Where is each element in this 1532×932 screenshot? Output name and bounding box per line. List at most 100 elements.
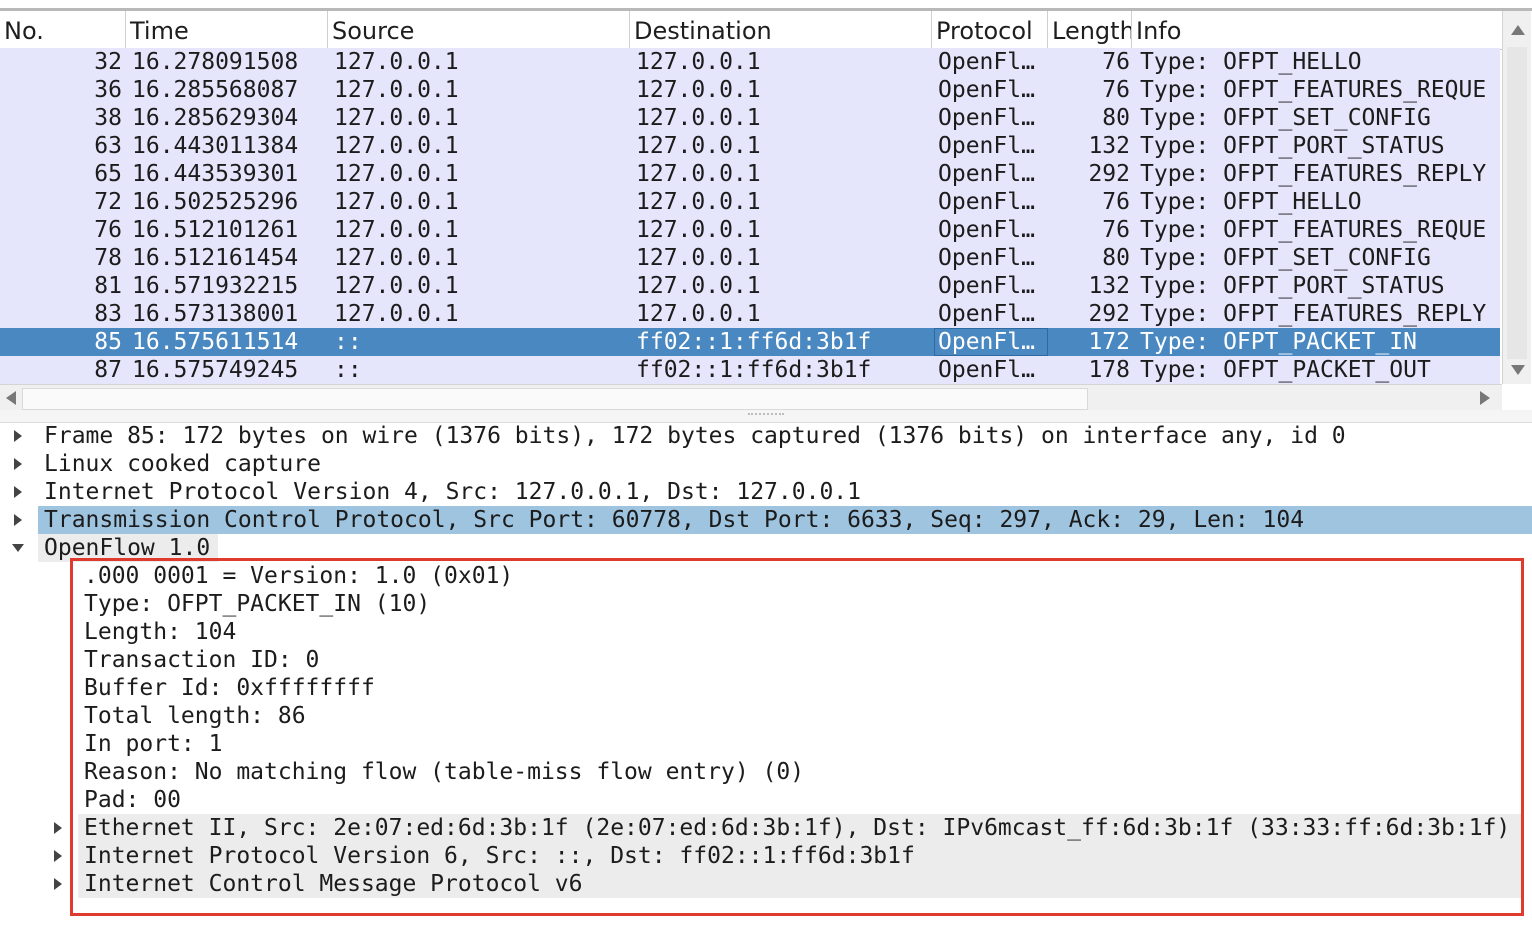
packet-cell-info: Type: OFPT_FEATURES_REPLY	[1140, 161, 1487, 187]
collapse-arrow-icon[interactable]	[12, 544, 24, 552]
packet-cell-protocol: OpenFl…	[938, 133, 1035, 159]
packet-row[interactable]: 83 16.573138001 127.0.0.1 127.0.0.1 OpenFl… 2…	[0, 300, 1500, 328]
packet-cell-time: 16.502525296	[132, 189, 299, 215]
column-header-protocol[interactable]: Protocol	[932, 11, 1048, 49]
packet-row[interactable]: 38 16.285629304 127.0.0.1 127.0.0.1 OpenFl… 8…	[0, 104, 1500, 132]
packet-cell-source: 127.0.0.1	[334, 217, 459, 243]
tree-item-openflow[interactable]: OpenFlow 1.0	[38, 534, 218, 562]
horizontal-scrollbar[interactable]	[0, 384, 1502, 411]
packet-cell-destination: 127.0.0.1	[636, 133, 761, 159]
expand-arrow-icon[interactable]	[54, 878, 62, 890]
packet-cell-source: ::	[334, 329, 362, 355]
packet-list-pane: No. Time Source Destination Protocol Len…	[0, 0, 1532, 411]
packet-cell-destination: 127.0.0.1	[636, 273, 761, 299]
packet-cell-time: 16.575611514	[132, 329, 299, 355]
field-text: Total length: 86	[84, 703, 306, 729]
packet-cell-source: 127.0.0.1	[334, 273, 459, 299]
packet-cell-info: Type: OFPT_FEATURES_REPLY	[1140, 301, 1487, 327]
column-header-time[interactable]: Time	[126, 11, 328, 49]
packet-cell-destination: 127.0.0.1	[636, 301, 761, 327]
packet-cell-info: Type: OFPT_HELLO	[1140, 189, 1362, 215]
splitter-grip[interactable]	[748, 413, 784, 417]
horizontal-scroll-thumb[interactable]	[22, 388, 1088, 410]
tree-item-linux-cooked[interactable]: Linux cooked capture	[0, 450, 1532, 478]
tree-item-label: Frame 85: 172 bytes on wire (1376 bits),…	[44, 423, 1346, 449]
column-header-destination[interactable]: Destination	[630, 11, 932, 49]
packet-cell-info: Type: OFPT_PORT_STATUS	[1140, 133, 1445, 159]
packet-cell-protocol: OpenFl…	[938, 105, 1035, 131]
packet-row[interactable]: 63 16.443011384 127.0.0.1 127.0.0.1 OpenFl… 1…	[0, 132, 1500, 160]
scroll-down-icon[interactable]	[1511, 365, 1525, 375]
scroll-left-icon[interactable]	[6, 391, 16, 405]
packet-cell-length: 76	[1102, 77, 1130, 103]
packet-row[interactable]: 32 16.278091508 127.0.0.1 127.0.0.1 OpenFl… 7…	[0, 48, 1500, 76]
packet-cell-no: 72	[94, 189, 122, 215]
expand-arrow-icon[interactable]	[14, 514, 22, 526]
packet-row[interactable]: 76 16.512101261 127.0.0.1 127.0.0.1 OpenFl… 7…	[0, 216, 1500, 244]
packet-cell-time: 16.285568087	[132, 77, 299, 103]
expand-arrow-icon[interactable]	[54, 850, 62, 862]
packet-cell-no: 85	[94, 329, 122, 355]
tree-item-frame[interactable]: Frame 85: 172 bytes on wire (1376 bits),…	[0, 422, 1532, 450]
packet-cell-info: Type: OFPT_PORT_STATUS	[1140, 273, 1445, 299]
packet-cell-length: 80	[1102, 245, 1130, 271]
tree-item-ipv6[interactable]: Internet Protocol Version 6, Src: ::, Ds…	[78, 842, 1521, 870]
field-text: In port: 1	[84, 731, 223, 757]
field-text: Type: OFPT_PACKET_IN (10)	[84, 591, 431, 617]
packet-cell-source: 127.0.0.1	[334, 189, 459, 215]
expand-arrow-icon[interactable]	[14, 430, 22, 442]
packet-cell-no: 32	[94, 49, 122, 75]
tree-item-ipv4[interactable]: Internet Protocol Version 4, Src: 127.0.…	[0, 478, 1532, 506]
packet-cell-no: 63	[94, 133, 122, 159]
scroll-right-icon[interactable]	[1480, 391, 1490, 405]
packet-cell-length: 172	[1088, 329, 1130, 355]
tree-item-icmpv6[interactable]: Internet Control Message Protocol v6	[78, 870, 1521, 898]
packet-row[interactable]: 65 16.443539301 127.0.0.1 127.0.0.1 OpenFl… 2…	[0, 160, 1500, 188]
packet-cell-protocol: OpenFl…	[938, 161, 1035, 187]
column-header-info[interactable]: Info	[1132, 11, 1502, 49]
packet-cell-destination: 127.0.0.1	[636, 245, 761, 271]
expand-arrow-icon[interactable]	[14, 458, 22, 470]
packet-cell-length: 132	[1088, 133, 1130, 159]
packet-cell-info: Type: OFPT_FEATURES_REQUE	[1140, 217, 1487, 243]
tree-item-label: OpenFlow 1.0	[44, 535, 211, 561]
packet-cell-no: 83	[94, 301, 122, 327]
packet-cell-protocol: OpenFl…	[938, 301, 1035, 327]
vertical-scroll-thumb[interactable]	[1507, 47, 1527, 359]
packet-rows: 32 16.278091508 127.0.0.1 127.0.0.1 OpenFl… 7…	[0, 48, 1500, 384]
packet-row[interactable]: 87 16.575749245:: ff02::1:ff6d:3b1f OpenFl……	[0, 356, 1500, 384]
packet-cell-time: 16.285629304	[132, 105, 299, 131]
packet-details-pane: Frame 85: 172 bytes on wire (1376 bits),…	[0, 422, 1532, 932]
packet-cell-length: 132	[1088, 273, 1130, 299]
tree-item-tcp[interactable]: Transmission Control Protocol, Src Port:…	[38, 506, 1532, 534]
column-header-source[interactable]: Source	[328, 11, 630, 49]
expand-arrow-icon[interactable]	[14, 486, 22, 498]
expand-arrow-icon[interactable]	[54, 822, 62, 834]
packet-cell-no: 65	[94, 161, 122, 187]
packet-cell-time: 16.443011384	[132, 133, 299, 159]
packet-cell-length: 178	[1088, 357, 1130, 383]
packet-row[interactable]: 78 16.512161454 127.0.0.1 127.0.0.1 OpenFl… 8…	[0, 244, 1500, 272]
column-header-length[interactable]: Length	[1048, 11, 1132, 49]
packet-cell-no: 36	[94, 77, 122, 103]
packet-row[interactable]: 81 16.571932215 127.0.0.1 127.0.0.1 OpenFl… 1…	[0, 272, 1500, 300]
column-header-no[interactable]: No.	[0, 11, 126, 49]
packet-row-selected[interactable]: 85 16.575611514:: ff02::1:ff6d:3b1f OpenFl……	[0, 328, 1500, 356]
packet-cell-length: 292	[1088, 161, 1130, 187]
packet-cell-source: 127.0.0.1	[334, 161, 459, 187]
packet-cell-protocol: OpenFl…	[938, 273, 1035, 299]
packet-row[interactable]: 36 16.285568087 127.0.0.1 127.0.0.1 OpenFl… 7…	[0, 76, 1500, 104]
tree-item-label: Linux cooked capture	[44, 451, 321, 477]
field-text: Length: 104	[84, 619, 237, 645]
tree-item-label: Transmission Control Protocol, Src Port:…	[44, 507, 1305, 533]
packet-cell-destination: 127.0.0.1	[636, 49, 761, 75]
field-text: Transaction ID: 0	[84, 647, 320, 673]
packet-cell-protocol: OpenFl…	[938, 77, 1035, 103]
packet-cell-source: 127.0.0.1	[334, 77, 459, 103]
scroll-up-icon[interactable]	[1511, 25, 1525, 35]
packet-row[interactable]: 72 16.502525296 127.0.0.1 127.0.0.1 OpenFl… 7…	[0, 188, 1500, 216]
vertical-scrollbar[interactable]	[1502, 11, 1531, 384]
packet-cell-no: 81	[94, 273, 122, 299]
tree-item-ethernet[interactable]: Ethernet II, Src: 2e:07:ed:6d:3b:1f (2e:…	[78, 814, 1521, 842]
field-text: .000 0001 = Version: 1.0 (0x01)	[84, 563, 514, 589]
